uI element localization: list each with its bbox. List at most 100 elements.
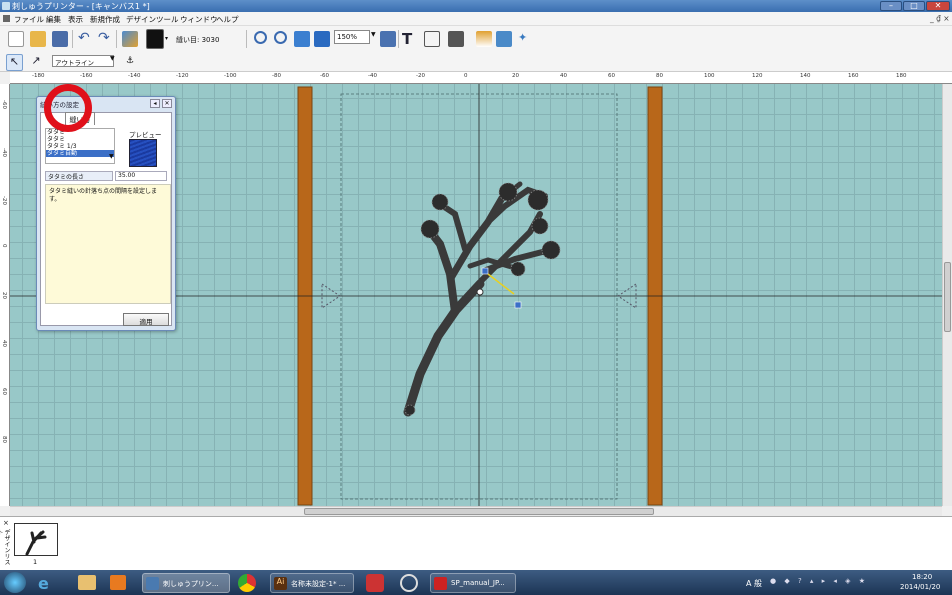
ruler-tick-label: 120 bbox=[752, 73, 763, 79]
open-folder-icon[interactable] bbox=[30, 31, 46, 47]
menu-design[interactable]: デザイン bbox=[126, 14, 156, 25]
ruler-tick-label: 40 bbox=[560, 73, 567, 79]
ruler-tick-label: -20 bbox=[416, 73, 425, 79]
mdi-controls[interactable]: _ ₫ × bbox=[930, 14, 950, 23]
ruler-tick-label: 0 bbox=[464, 73, 468, 79]
stitch-preview-icon[interactable] bbox=[380, 31, 396, 47]
window-title: 刺しゅうプリンター - [キャンバス1 *] bbox=[12, 2, 150, 11]
outline-mode-select[interactable]: アウトライン bbox=[52, 55, 114, 67]
maximize-button[interactable]: □ bbox=[903, 1, 925, 11]
ruler-tick-label: 60 bbox=[608, 73, 615, 79]
zoom-100-icon[interactable] bbox=[314, 31, 330, 47]
panel-dock-button[interactable]: ◂ bbox=[150, 99, 160, 108]
ruler-tick-label: -40 bbox=[1, 148, 7, 157]
zoom-fit-icon[interactable] bbox=[294, 31, 310, 47]
length-label: タタミの長さ bbox=[45, 171, 113, 181]
ruler-tick-label: 180 bbox=[896, 73, 907, 79]
menu-bar: ファイル 編集 表示 新規作成 デザイン ツール ウィンドウ ヘルプ _ ₫ × bbox=[0, 12, 952, 26]
apply-button[interactable]: 適用 bbox=[123, 313, 169, 326]
description-box: タタミ縫いの針落ち点の間隔を設定します。 bbox=[45, 184, 171, 304]
horizontal-scrollbar[interactable] bbox=[10, 506, 942, 516]
task-pdf[interactable]: SP_manual_JP... bbox=[430, 573, 516, 593]
ruler-tick-label: 60 bbox=[1, 388, 7, 395]
app-circle-icon[interactable] bbox=[400, 574, 418, 592]
title-bar: 刺しゅうプリンター - [キャンバス1 *] – □ ✕ bbox=[0, 0, 952, 12]
task-embroidery[interactable]: 刺しゅうプリン... bbox=[142, 573, 230, 593]
undo-icon[interactable]: ↶ bbox=[78, 31, 94, 47]
panel-close-button[interactable]: ✕ bbox=[162, 99, 172, 108]
print-icon[interactable] bbox=[448, 31, 464, 47]
ruler-tick-label: -120 bbox=[176, 73, 189, 79]
thread-icon[interactable] bbox=[122, 31, 138, 47]
list-item[interactable]: タタミ bbox=[46, 129, 114, 136]
zoom-out-icon[interactable] bbox=[274, 31, 287, 44]
start-button-icon[interactable] bbox=[4, 572, 26, 593]
list-item[interactable]: タタミ 1/3 bbox=[46, 143, 114, 150]
transfer-icon[interactable] bbox=[476, 31, 492, 47]
ruler-tick-label: -180 bbox=[32, 73, 45, 79]
color-dropdown-icon[interactable]: ▾ bbox=[165, 35, 168, 42]
list-dropdown-icon[interactable]: ▼ bbox=[109, 153, 114, 160]
menu-file[interactable]: ファイル bbox=[14, 14, 44, 25]
ruler-tick-label: 100 bbox=[704, 73, 715, 79]
doc-icon bbox=[3, 15, 10, 22]
import-icon[interactable] bbox=[424, 31, 440, 47]
vertical-scrollbar[interactable] bbox=[942, 84, 952, 506]
outline-dropdown-icon[interactable]: ▼ bbox=[110, 55, 115, 62]
ruler-tick-label: 40 bbox=[1, 340, 7, 347]
list-item[interactable]: タタミ bbox=[46, 136, 114, 143]
text-tool-icon[interactable]: T bbox=[402, 30, 418, 48]
zoom-select[interactable]: 150% bbox=[334, 30, 370, 44]
app-red-icon[interactable] bbox=[366, 574, 384, 592]
zoom-dropdown-icon[interactable]: ▼ bbox=[371, 31, 376, 38]
vertical-scroll-thumb[interactable] bbox=[944, 262, 951, 332]
ie-icon[interactable]: e bbox=[38, 574, 56, 593]
design-list-label: デザインリスト bbox=[0, 529, 10, 565]
design-thumbnail[interactable] bbox=[14, 523, 58, 556]
stitch-count: 縫い目: 3030 bbox=[176, 36, 220, 44]
media-icon[interactable] bbox=[110, 575, 126, 590]
menu-tools[interactable]: ツール bbox=[156, 14, 179, 25]
main-toolbar: ↶ ↷ ▾ 縫い目: 3030 150% ▼ T ✦ bbox=[0, 26, 952, 52]
clock-date: 2014/01/20 bbox=[900, 583, 941, 591]
task-illustrator[interactable]: Ai 名称未設定-1* ... bbox=[270, 573, 354, 593]
menu-view[interactable]: 表示 bbox=[68, 14, 83, 25]
app-icon bbox=[2, 2, 10, 10]
length-input[interactable]: 35.00 bbox=[115, 171, 167, 181]
ime-indicator[interactable]: A 般 bbox=[746, 578, 762, 589]
close-button[interactable]: ✕ bbox=[926, 1, 950, 11]
select-tool-icon[interactable]: ↖ bbox=[6, 54, 23, 71]
sewing-settings-panel: 縫い方の設定 ◂ ✕ 縫い方 タタミ タタミ タタミ 1/3 タタミ自動 ▼ プ… bbox=[36, 96, 176, 331]
menu-help[interactable]: ヘルプ bbox=[216, 14, 239, 25]
anchor-icon[interactable]: ⚓ bbox=[126, 56, 134, 66]
horizontal-scroll-thumb[interactable] bbox=[304, 508, 654, 515]
system-tray-icons[interactable]: ● ◆ ? ▴ ▸ ◂ ◈ ★ bbox=[770, 577, 900, 587]
new-file-icon[interactable] bbox=[8, 31, 24, 47]
magic-icon[interactable]: ✦ bbox=[518, 31, 534, 47]
ruler-tick-label: -60 bbox=[320, 73, 329, 79]
ruler-tick-label: -140 bbox=[128, 73, 141, 79]
ruler-tick-label: -80 bbox=[272, 73, 281, 79]
panel-close-icon[interactable]: × bbox=[3, 519, 9, 527]
zoom-in-icon[interactable] bbox=[254, 31, 267, 44]
menu-window[interactable]: ウィンドウ bbox=[180, 14, 218, 25]
photo-icon[interactable] bbox=[496, 31, 512, 47]
ruler-tick-label: -20 bbox=[1, 196, 7, 205]
menu-new[interactable]: 新規作成 bbox=[90, 14, 120, 25]
annotation-circle bbox=[44, 84, 92, 132]
vertical-ruler: -60 -40 -20 0 20 40 60 80 bbox=[0, 84, 10, 506]
color-swatch[interactable] bbox=[146, 29, 164, 49]
ruler-tick-label: -160 bbox=[80, 73, 93, 79]
menu-edit[interactable]: 編集 bbox=[46, 14, 61, 25]
ruler-tick-label: 80 bbox=[656, 73, 663, 79]
redo-icon[interactable]: ↷ bbox=[98, 31, 114, 47]
thumbnail-number: 1 bbox=[33, 558, 38, 566]
save-icon[interactable] bbox=[52, 31, 68, 47]
list-item-selected[interactable]: タタミ自動 bbox=[46, 150, 114, 157]
minimize-button[interactable]: – bbox=[880, 1, 902, 11]
sewing-list: タタミ タタミ タタミ 1/3 タタミ自動 bbox=[45, 128, 115, 164]
ruler-tick-label: 160 bbox=[848, 73, 859, 79]
chrome-icon[interactable] bbox=[238, 574, 256, 592]
point-edit-icon[interactable]: ↗ bbox=[28, 54, 44, 70]
explorer-icon[interactable] bbox=[78, 575, 96, 590]
